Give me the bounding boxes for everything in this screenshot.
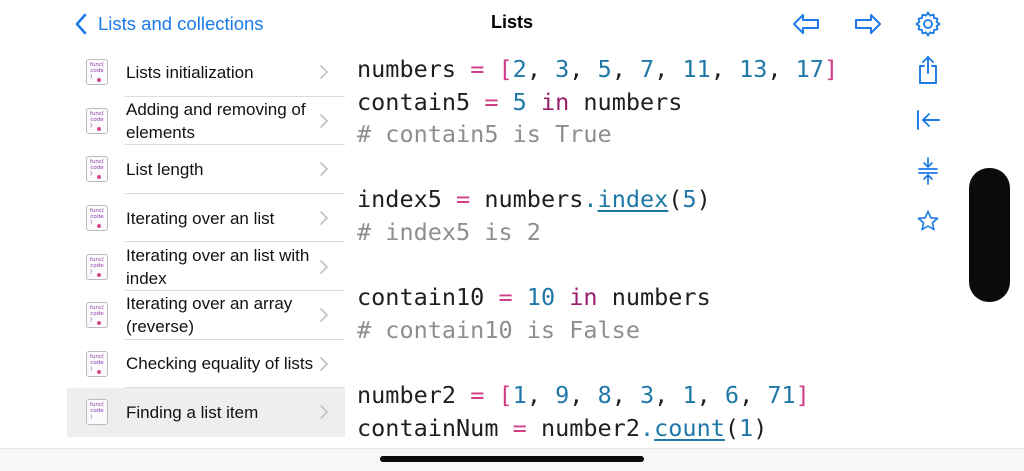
code-thumbnail-icon: func(code) (86, 205, 108, 232)
side-handle[interactable] (969, 168, 1010, 302)
previous-button[interactable] (790, 9, 822, 39)
list-item[interactable]: func(code) Adding and removing of elemen… (67, 97, 345, 146)
code-line: number2 = [1, 9, 8, 3, 1, 6, 71] (357, 380, 810, 409)
gear-icon (915, 11, 941, 37)
list-item-label: Adding and removing of elements (126, 99, 306, 142)
topic-list: func(code) Lists initialization func(cod… (67, 48, 345, 437)
list-item-label: Iterating over an list with index (126, 245, 310, 288)
list-item[interactable]: func(code) Lists initialization (67, 48, 345, 97)
collapse-sidebar-button[interactable] (912, 104, 944, 136)
favorite-button[interactable] (912, 205, 944, 237)
code-line: # contain10 is False (357, 315, 640, 344)
chevron-right-icon (320, 162, 329, 177)
arrow-left-icon (793, 14, 819, 34)
list-item-label: Lists initialization (126, 62, 254, 82)
code-line: numbers = [2, 3, 5, 7, 11, 13, 17] (357, 55, 839, 83)
chevron-right-icon (320, 259, 329, 274)
share-icon (919, 56, 937, 84)
back-label: Lists and collections (98, 13, 264, 34)
list-item-selected[interactable]: func(code) Finding a list item (67, 388, 345, 437)
code-thumbnail-icon: func(code) (86, 59, 108, 86)
fold-button[interactable] (912, 155, 944, 187)
chevron-right-icon (320, 405, 329, 420)
list-item-label: List length (126, 159, 204, 179)
code-thumbnail-icon: func(code) (86, 107, 108, 134)
code-line: contain5 = 5 in numbers (357, 87, 683, 116)
list-item[interactable]: func(code) Iterating over an list (67, 194, 345, 243)
star-icon (917, 210, 939, 231)
list-item[interactable]: func(code) Iterating over an list with i… (67, 242, 345, 291)
code-editor[interactable]: numbers = [2, 3, 5, 7, 11, 13, 17] contai… (357, 53, 838, 444)
list-item[interactable]: func(code) Iterating over an array (reve… (67, 291, 345, 340)
list-item-label: Checking equality of lists (126, 354, 314, 374)
collapse-left-icon (917, 110, 940, 130)
chevron-right-icon (320, 113, 329, 128)
chevron-right-icon (320, 308, 329, 323)
arrow-right-icon (855, 14, 881, 34)
list-item-label: Iterating over an list (126, 208, 275, 228)
code-thumbnail-icon: func(code) (86, 350, 108, 377)
chevron-left-icon (75, 13, 87, 35)
list-item[interactable]: func(code) Checking equality of lists (67, 340, 345, 389)
chevron-right-icon (320, 356, 329, 371)
next-button[interactable] (852, 9, 884, 39)
list-item-label: Finding a list item (126, 402, 259, 422)
share-button[interactable] (912, 54, 944, 86)
code-line: # contain5 is True (357, 120, 612, 149)
fold-lines-icon (918, 157, 938, 185)
code-line: # index5 is 2 (357, 217, 541, 246)
code-line: contain10 = 10 in numbers (357, 283, 711, 312)
home-indicator[interactable] (380, 456, 644, 462)
code-line: containNum = number2.count(1) (357, 413, 768, 442)
back-button[interactable]: Lists and collections (74, 10, 264, 38)
list-item[interactable]: func(code) List length (67, 145, 345, 194)
list-item-label: Iterating over an array (reverse) (126, 294, 293, 337)
settings-button[interactable] (912, 9, 944, 39)
chevron-right-icon (320, 211, 329, 225)
page-title: Lists (490, 12, 533, 32)
code-thumbnail-icon: func(code) (86, 399, 108, 426)
code-thumbnail-icon: func(code) (86, 253, 108, 280)
chevron-right-icon (320, 65, 329, 80)
code-line: index5 = numbers.index(5) (357, 185, 711, 214)
code-thumbnail-icon: func(code) (86, 302, 108, 329)
code-thumbnail-icon: func(code) (86, 156, 108, 183)
